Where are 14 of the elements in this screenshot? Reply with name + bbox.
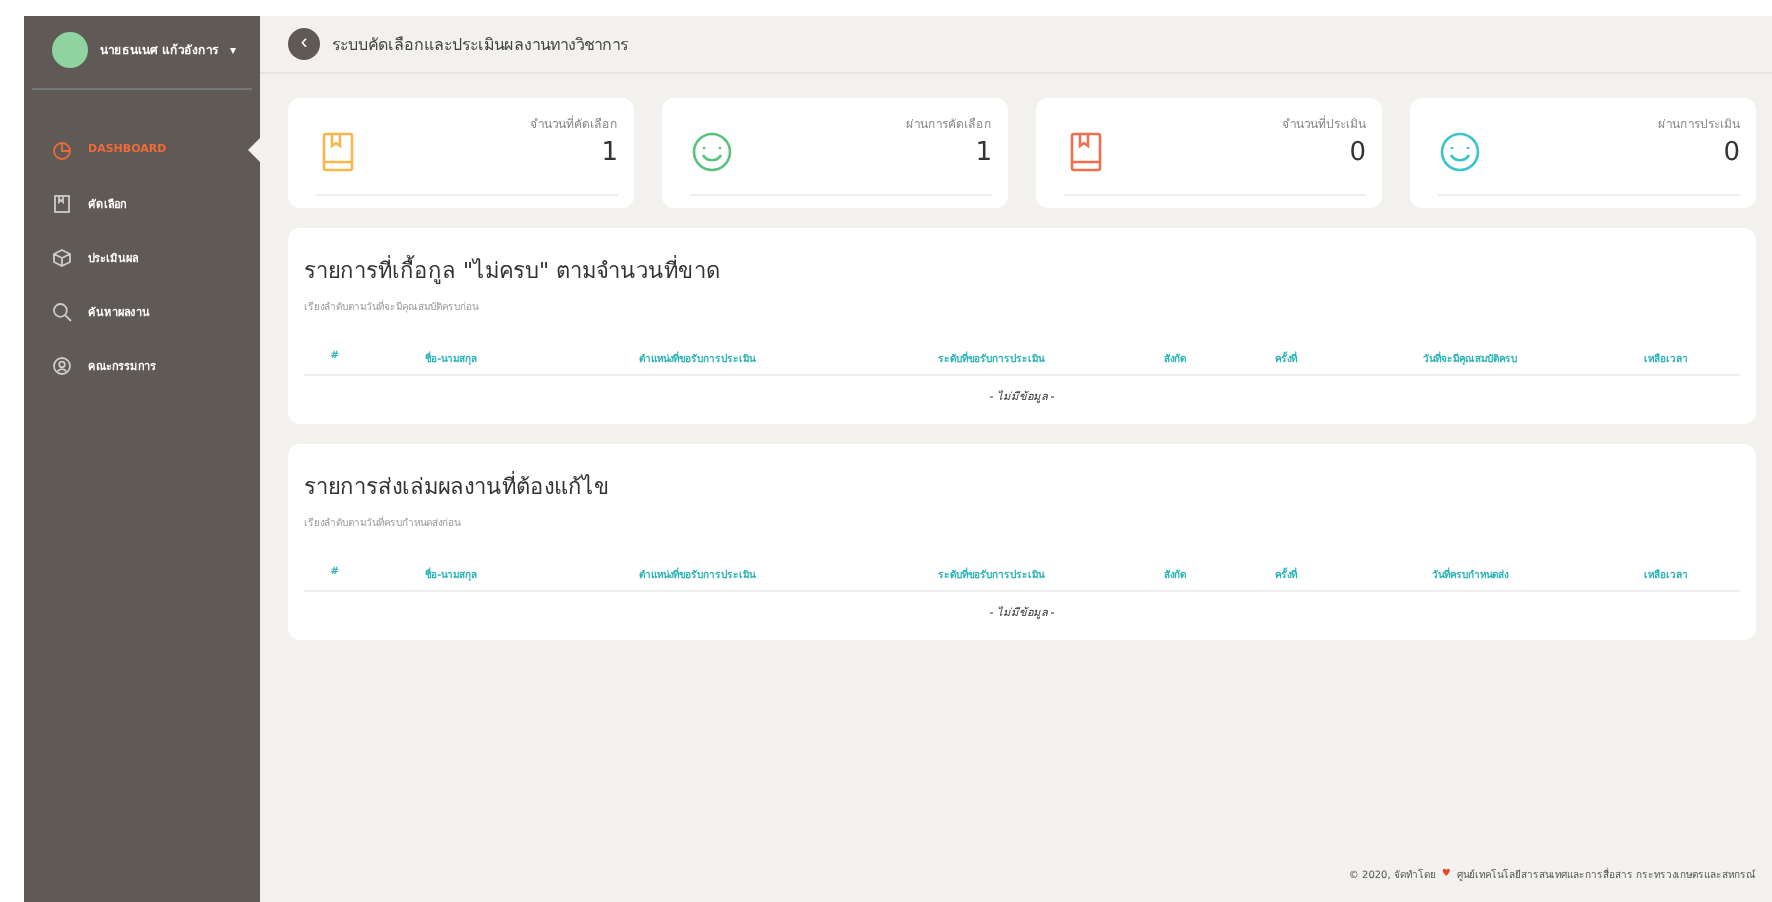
stat-value: 0 (1349, 138, 1366, 168)
stat-value: 0 (1723, 138, 1740, 168)
pie-chart-icon (52, 139, 72, 159)
stat-value: 1 (601, 138, 618, 168)
panel-title: รายการส่งเล่มผลงานที่ต้องแก้ไข (304, 469, 612, 504)
book-icon (52, 193, 72, 213)
cube-icon (52, 247, 72, 267)
panel-title: รายการที่เกื้อกูล "ไม่ครบ" ตามจำนวนที่ขาด (304, 253, 723, 288)
avatar (52, 32, 88, 68)
stat-value: 1 (975, 138, 992, 168)
back-button[interactable]: ‹ (288, 28, 320, 60)
user-icon (52, 355, 72, 375)
page-title: ระบบคัดเลือกและประเมินผลงานทางวิชาการ (332, 33, 628, 57)
search-icon (52, 301, 72, 321)
